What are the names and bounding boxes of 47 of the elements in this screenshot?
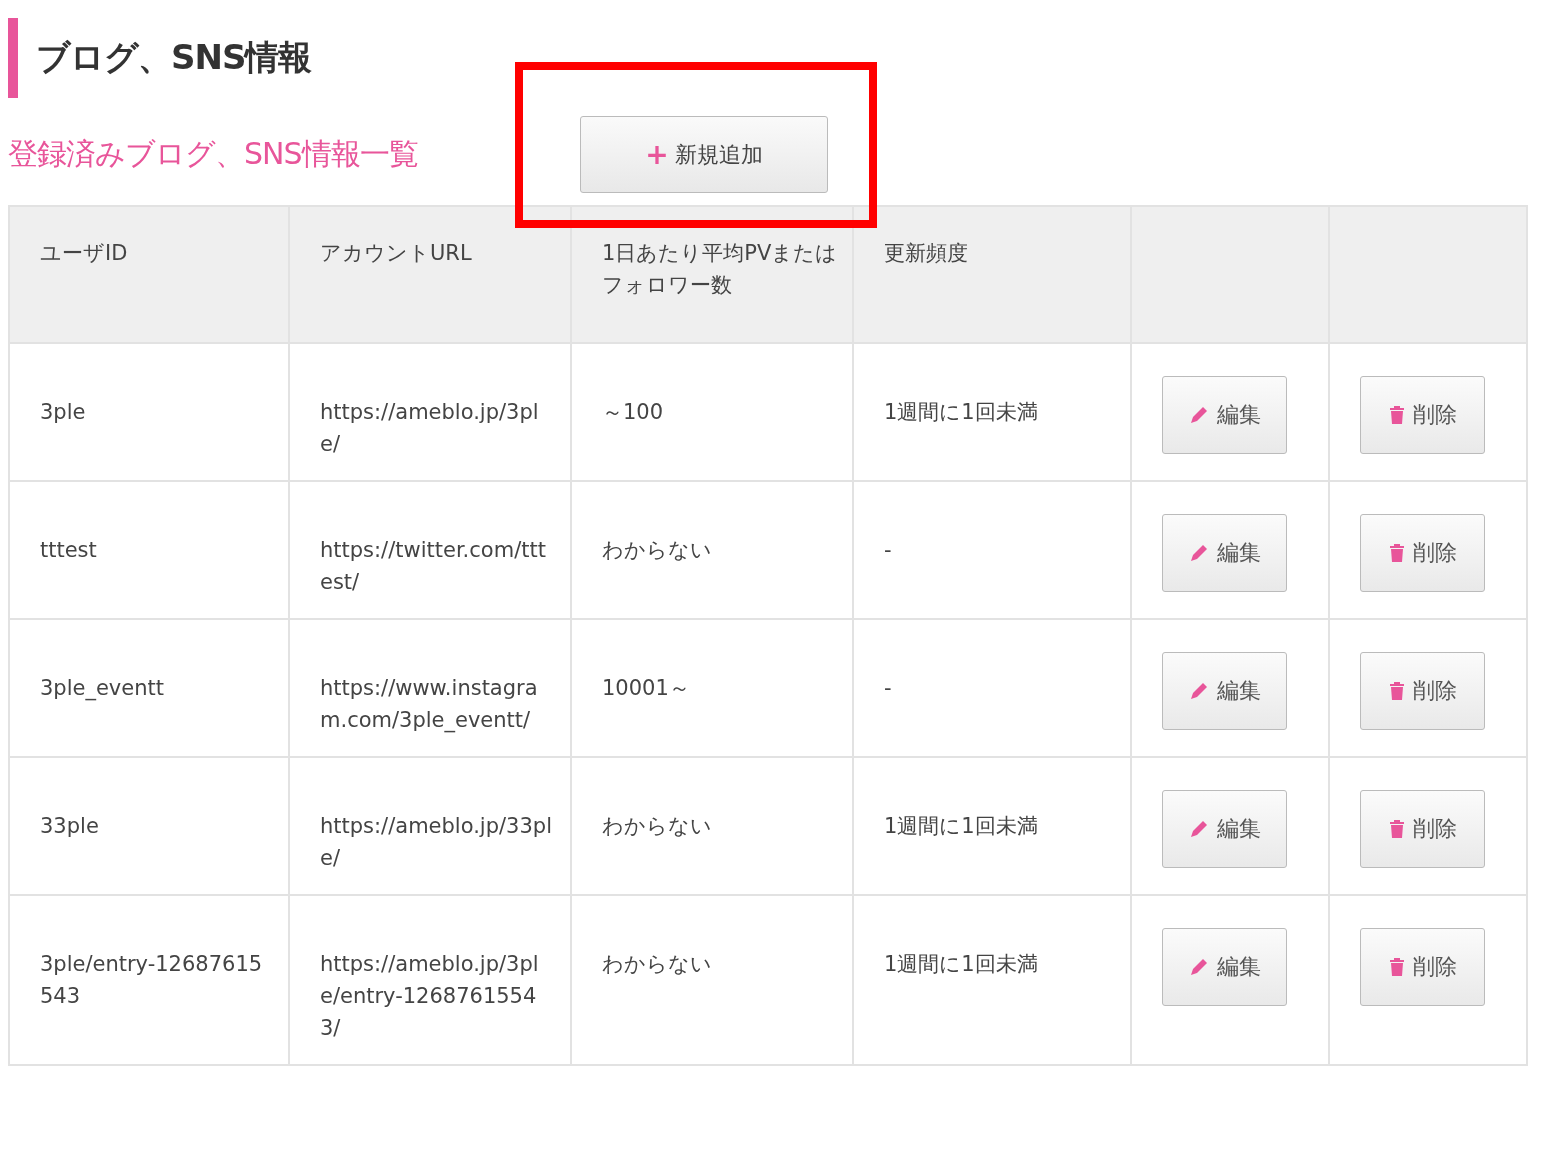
- table-cell: 33ple: [9, 757, 289, 895]
- pencil-icon: [1188, 819, 1209, 839]
- column-header: 更新頻度: [853, 206, 1131, 343]
- delete-button[interactable]: 削除: [1360, 652, 1485, 730]
- table-cell: 1週間に1回未満: [853, 343, 1131, 481]
- column-header: 1日あたり平均PVまたはフォロワー数: [571, 206, 853, 343]
- delete-button[interactable]: 削除: [1360, 790, 1485, 868]
- table-cell: 3ple_eventt: [9, 619, 289, 757]
- list-subtitle: 登録済みブログ、SNS情報一覧: [8, 135, 419, 173]
- table-cell: わからない: [571, 757, 853, 895]
- pencil-icon: [1188, 681, 1209, 701]
- table-cell: ～100: [571, 343, 853, 481]
- table-cell: tttest: [9, 481, 289, 619]
- table-cell: 3ple: [9, 343, 289, 481]
- edit-button[interactable]: 編集: [1162, 652, 1287, 730]
- trash-icon: [1388, 819, 1405, 839]
- trash-icon: [1388, 957, 1405, 977]
- table-cell: わからない: [571, 481, 853, 619]
- edit-button[interactable]: 編集: [1162, 928, 1287, 1006]
- table-cell: 1週間に1回未満: [853, 895, 1131, 1065]
- delete-button[interactable]: 削除: [1360, 928, 1485, 1006]
- trash-icon: [1388, 405, 1405, 425]
- table-cell: 10001～: [571, 619, 853, 757]
- table-cell: 1週間に1回未満: [853, 757, 1131, 895]
- section-title: ブログ、SNS情報: [36, 36, 312, 79]
- table-cell: https://www.instagram.com/3ple_eventt/: [289, 619, 571, 757]
- add-new-button[interactable]: + 新規追加: [580, 116, 828, 193]
- delete-button[interactable]: 削除: [1360, 376, 1485, 454]
- pencil-icon: [1188, 957, 1209, 977]
- delete-button[interactable]: 削除: [1360, 514, 1485, 592]
- table-cell: -: [853, 481, 1131, 619]
- table-cell: https://ameblo.jp/3ple/: [289, 343, 571, 481]
- table-cell: https://ameblo.jp/33ple/: [289, 757, 571, 895]
- table-cell: 3ple/entry-12687615543: [9, 895, 289, 1065]
- column-header: ユーザID: [9, 206, 289, 343]
- table-cell: https://ameblo.jp/3ple/entry-12687615543/: [289, 895, 571, 1065]
- table-cell: https://twitter.com/tttest/: [289, 481, 571, 619]
- table-cell: -: [853, 619, 1131, 757]
- edit-button[interactable]: 編集: [1162, 790, 1287, 868]
- table-cell: わからない: [571, 895, 853, 1065]
- pencil-icon: [1188, 543, 1209, 563]
- trash-icon: [1388, 681, 1405, 701]
- edit-button[interactable]: 編集: [1162, 376, 1287, 454]
- edit-button[interactable]: 編集: [1162, 514, 1287, 592]
- trash-icon: [1388, 543, 1405, 563]
- pencil-icon: [1188, 405, 1209, 425]
- column-header: アカウントURL: [289, 206, 571, 343]
